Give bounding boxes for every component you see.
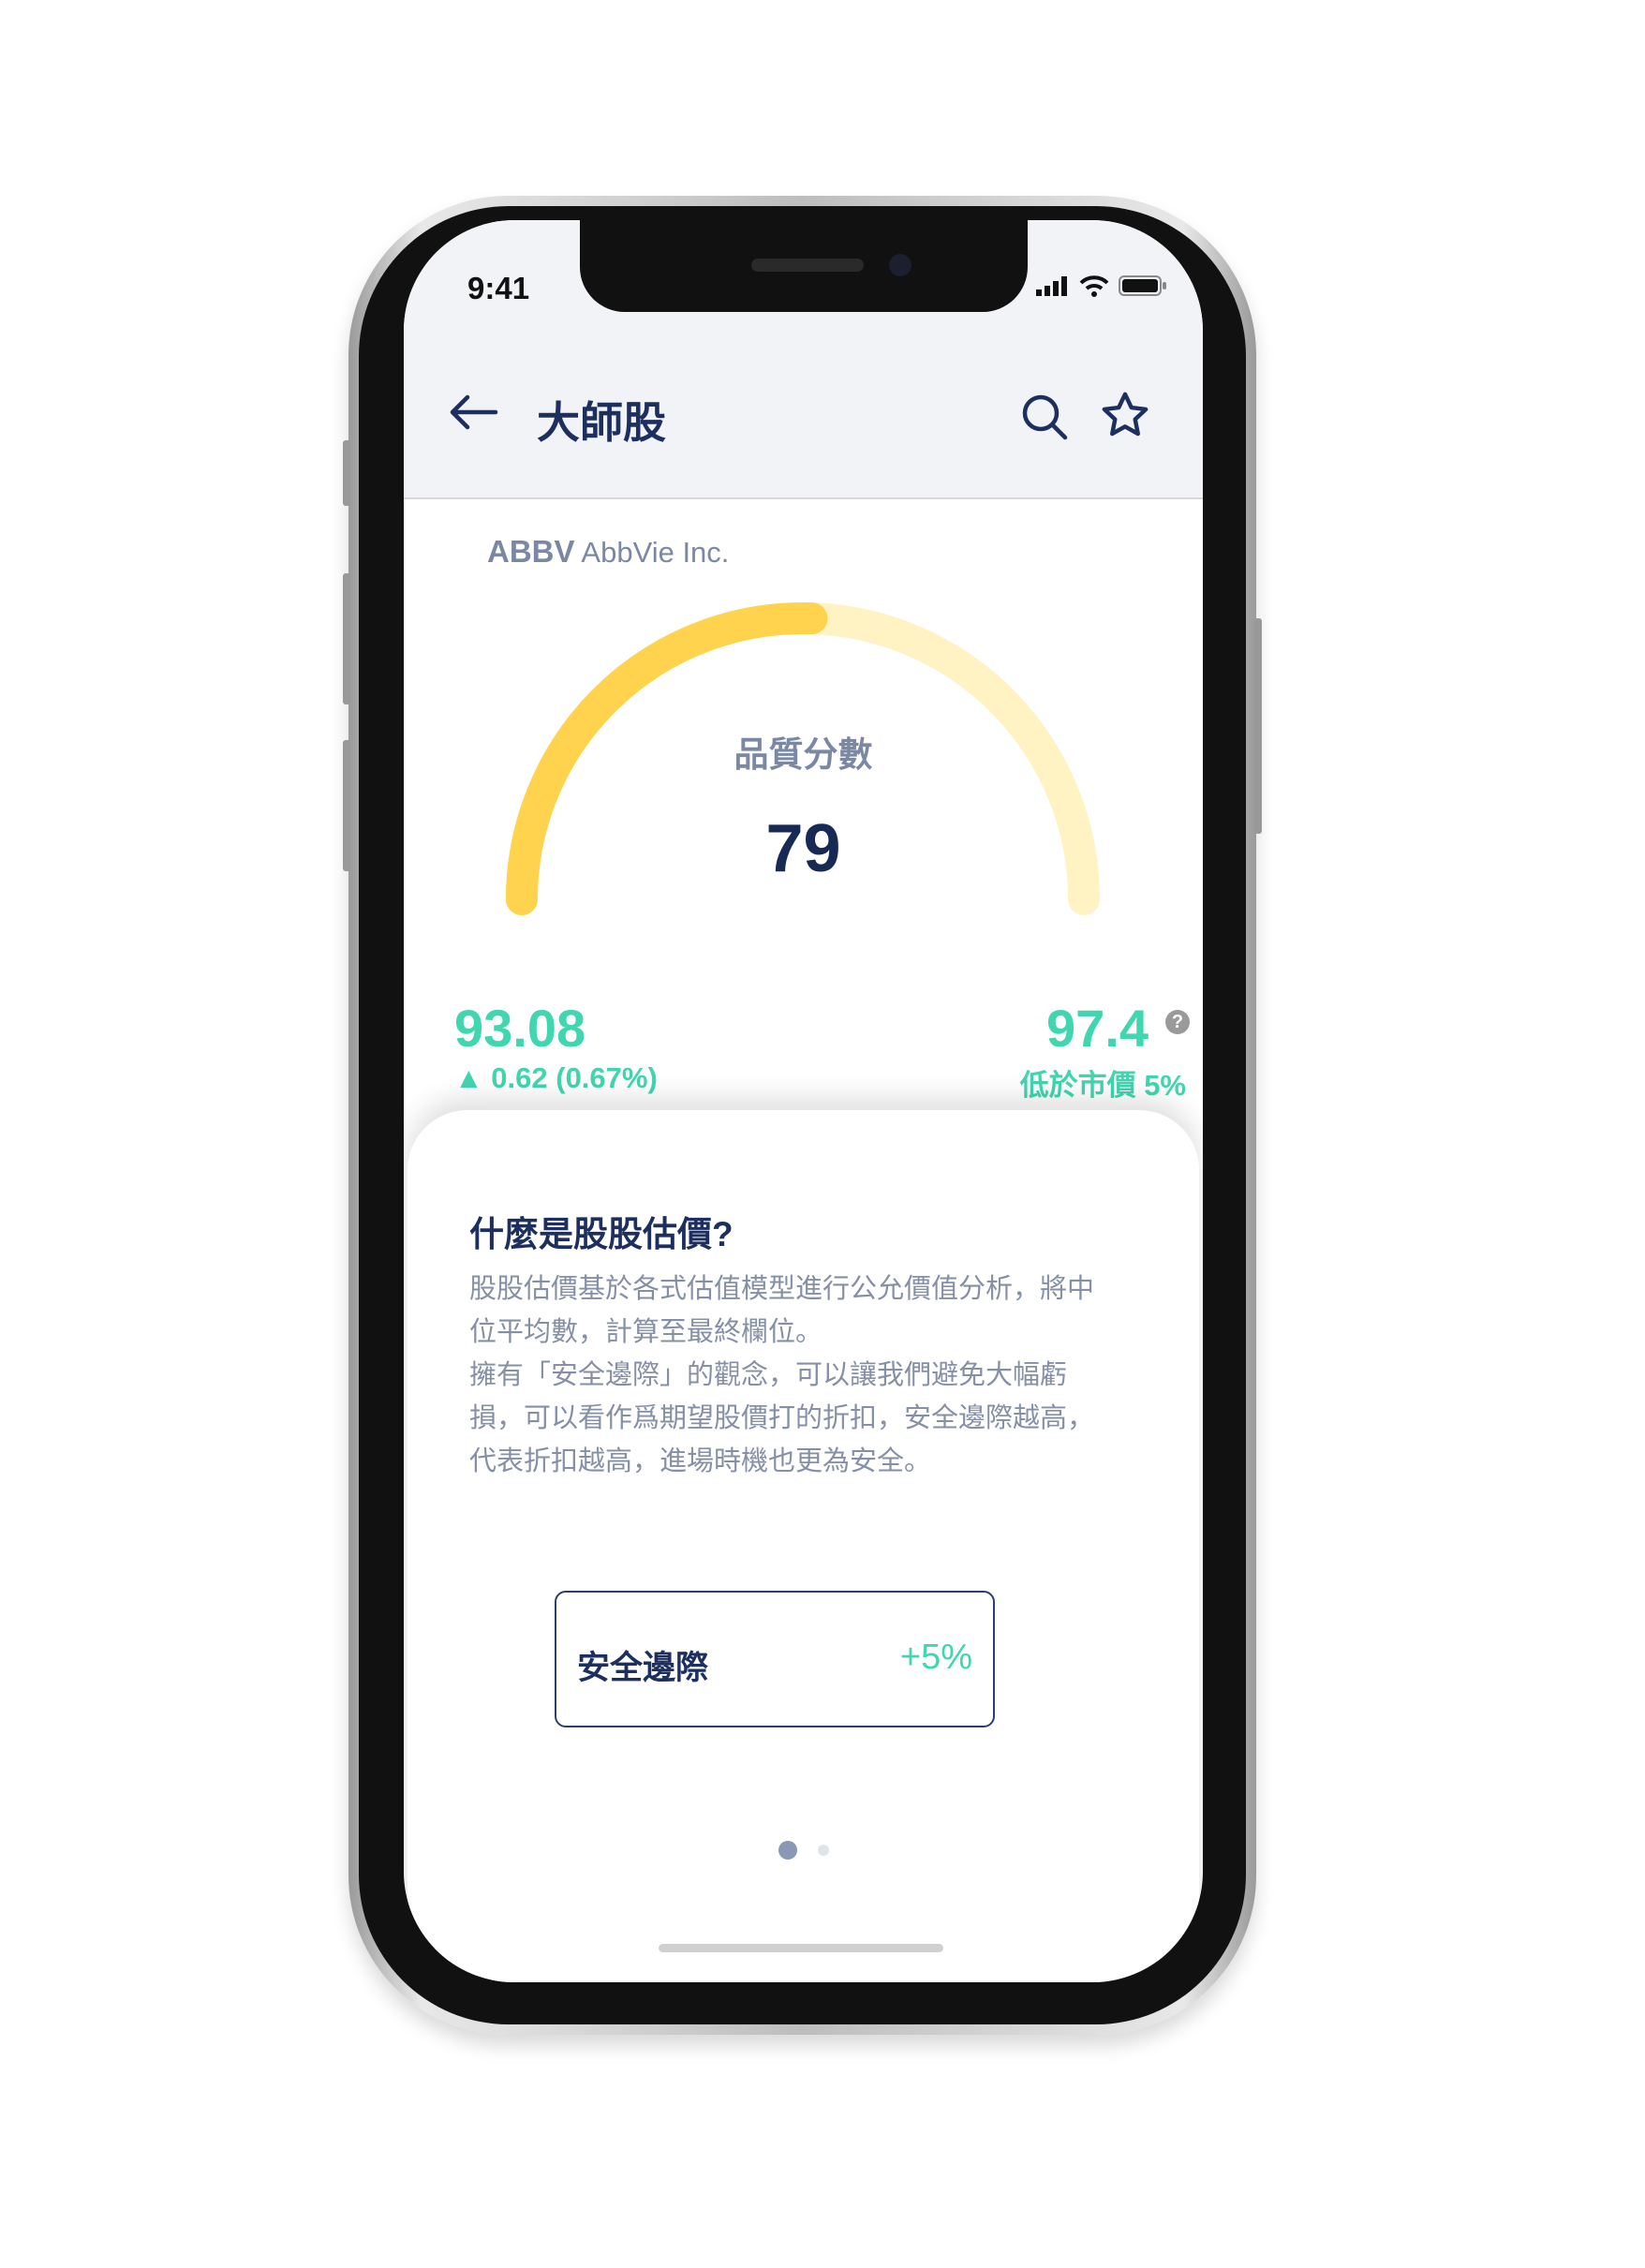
volume-down-button [343,740,350,871]
gauge-label: 品質分數 [734,735,873,774]
current-price: 93.08 [454,999,586,1058]
arrow-left-icon[interactable] [447,392,499,433]
stock-ticker: ABBV AbbVie Inc. [487,534,729,570]
safety-margin-label: 安全邊際 [577,1650,709,1686]
card-body-line: 位平均數，計算至最終欄位。 [469,1317,823,1347]
mute-switch [343,440,350,506]
card-body-line: 損，可以看作爲期望股價打的折扣，安全邊際越高， [469,1403,1095,1433]
wifi-icon [1079,275,1109,297]
safety-margin-box[interactable]: 安全邊際 +5% [555,1591,995,1727]
safety-margin-value: +5% [899,1638,972,1677]
search-icon[interactable] [1020,393,1069,441]
signal-icon [1036,276,1067,296]
discount-note: 低於市價 5% [1019,1069,1186,1102]
card-body-line: 股股估價基於各式估值模型進行公允價值分析，將中 [469,1274,1095,1304]
help-icon[interactable]: ? [1165,1010,1190,1034]
page-dot-active[interactable] [778,1841,797,1860]
quality-score: 79 [765,811,841,886]
page-indicator[interactable] [404,1841,1203,1860]
home-indicator[interactable] [659,1944,943,1952]
card-body: 股股估價基於各式估值模型進行公允價值分析，將中 位平均數，計算至最終欄位。 擁有… [469,1267,1144,1483]
page-dot[interactable] [817,1845,829,1856]
power-button [1254,618,1262,834]
notch [580,220,1028,312]
price-change: ▲ 0.62 (0.67%) [454,1061,658,1094]
status-icons [1036,274,1167,297]
app-header: 9:41 大師股 [404,220,1203,499]
fair-value: 97.4 [1046,999,1149,1058]
page-title: 大師股 [537,398,666,447]
card-title: 什麼是股股估價? [469,1215,734,1253]
battery-icon [1119,275,1166,296]
company-name: AbbVie Inc. [581,536,730,569]
volume-up-button [343,573,350,704]
card-body-line: 擁有「安全邊際」的觀念，可以讓我們避免大幅虧 [469,1360,1068,1390]
card-body-line: 代表折扣越高，進場時機也更為安全。 [469,1446,932,1476]
status-time: 9:41 [467,271,530,305]
star-icon[interactable] [1099,389,1151,441]
phone-screen: 9:41 大師股 ABBV AbbVie Inc. 品質分數 79 93.08 … [404,220,1203,1982]
ticker-symbol: ABBV [487,534,575,569]
